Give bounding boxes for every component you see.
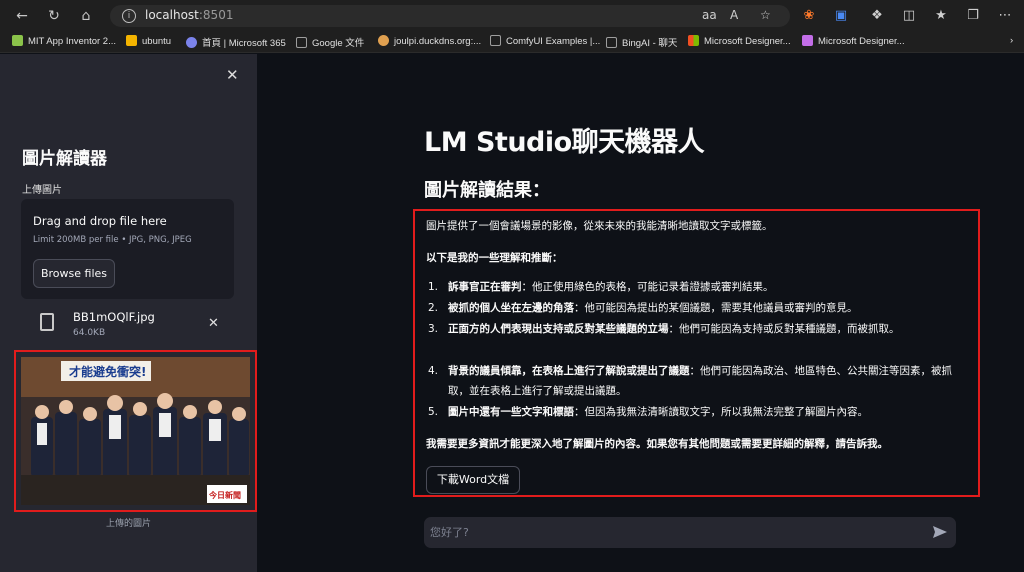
folder-icon <box>126 35 137 46</box>
uploaded-file-size: 64.0KB <box>73 328 106 338</box>
list-number: 2. <box>428 302 439 314</box>
translate-icon[interactable]: ▣ <box>832 7 850 25</box>
page-icon <box>296 37 307 48</box>
collections-icon[interactable]: ❐ <box>964 7 982 25</box>
upload-label: 上傳圖片 <box>22 185 62 196</box>
split-screen-icon[interactable]: ◫ <box>900 7 918 25</box>
reload-icon[interactable]: ↻ <box>44 6 64 26</box>
photo-banner-text: 才能避免衝突! <box>69 364 146 379</box>
back-icon[interactable]: ← <box>12 6 32 26</box>
image-caption: 上傳的圖片 <box>105 519 151 529</box>
extension-icon[interactable]: ❀ <box>800 7 818 25</box>
photo-sign-text: 今日新聞 <box>208 490 241 500</box>
designer-icon <box>802 35 813 46</box>
list-item-text: ：他正使用綠色的表格，可能记录着證據或審判結果。 <box>521 281 774 293</box>
download-word-button[interactable]: 下載Word文檔 <box>426 466 520 494</box>
page-title: LM Studio聊天機器人 <box>424 127 705 158</box>
font-size-icon[interactable]: A <box>730 8 738 22</box>
list-number: 5. <box>428 406 439 418</box>
close-sidebar-icon[interactable]: ✕ <box>226 66 239 84</box>
bookmark-item[interactable]: ComfyUI Examples |... <box>490 35 600 50</box>
bookmark-item[interactable]: MIT App Inventor 2... <box>12 35 116 50</box>
list-item-bold: 訴事官正在審判 <box>448 281 522 293</box>
uploaded-image-highlight: 才能避免衝突! 今日新聞 <box>14 350 257 512</box>
result-closing: 我需要更多資訊才能更深入地了解圖片的內容。如果您有其他問題或需要更詳細的解釋，請… <box>426 438 888 450</box>
bookmark-item[interactable]: Microsoft Designer... <box>688 35 791 50</box>
list-item-text: ：但因為我無法清晰讀取文字，所以我無法完整了解圖片內容。 <box>574 406 868 418</box>
bookmark-item[interactable]: Microsoft Designer... <box>802 35 905 50</box>
photo-illustration: 才能避免衝突! 今日新聞 <box>21 357 250 505</box>
bookmark-favicon <box>186 37 197 48</box>
browse-files-button[interactable]: Browse files <box>33 259 115 288</box>
list-item-text: ：他可能因為提出的某個議題，需要其他議員或審判的意見。 <box>574 302 858 314</box>
bookmark-item[interactable]: joulpi.duckdns.org:... <box>378 35 481 50</box>
bookmark-favicon <box>378 35 389 46</box>
list-item-bold: 被抓的個人坐在左邊的角落 <box>448 302 574 314</box>
favorite-star-icon[interactable]: ☆ <box>760 8 771 22</box>
site-info-icon[interactable]: i <box>122 9 136 23</box>
address-bar[interactable]: i localhost:8501 аа A ☆ <box>110 5 790 27</box>
list-number: 3. <box>428 323 439 335</box>
favorites-icon[interactable]: ★ <box>932 7 950 25</box>
uploaded-file-name: BB1mOQlF.jpg <box>73 310 155 324</box>
url-text[interactable]: localhost:8501 <box>145 8 233 22</box>
chat-input[interactable] <box>430 522 910 543</box>
bookmarks-bar: MIT App Inventor 2... ubuntu 首頁 | Micros… <box>0 32 1024 53</box>
bookmark-item[interactable]: 首頁 | Microsoft 365 <box>186 35 286 50</box>
list-number: 4. <box>428 365 439 377</box>
result-heading: 圖片解讀結果： <box>424 180 550 201</box>
dropzone-title: Drag and drop file here <box>33 214 167 228</box>
microsoft-icon <box>688 35 699 46</box>
more-icon[interactable]: ⋯ <box>996 7 1014 25</box>
chat-input-bar <box>424 517 956 548</box>
remove-file-icon[interactable]: ✕ <box>208 316 219 331</box>
list-number: 1. <box>428 281 439 293</box>
page-icon <box>606 37 617 48</box>
sidebar-title: 圖片解讀器 <box>22 149 107 169</box>
dropzone-limits: Limit 200MB per file • JPG, PNG, JPEG <box>33 235 192 245</box>
uploaded-image: 才能避免衝突! 今日新聞 <box>21 357 250 505</box>
page-icon <box>490 35 501 46</box>
list-item-bold: 圖片中還有一些文字和標語 <box>448 406 574 418</box>
file-dropzone[interactable]: Drag and drop file here Limit 200MB per … <box>21 199 234 299</box>
list-item-bold: 正面方的人們表現出支持或反對某些議題的立場 <box>448 323 669 335</box>
bookmark-item[interactable]: Google 文件 <box>296 35 364 50</box>
bookmark-favicon <box>12 35 23 46</box>
sidebar: ✕ 圖片解讀器 上傳圖片 Drag and drop file here Lim… <box>0 54 257 572</box>
more-bookmarks-icon[interactable]: › <box>1010 35 1013 50</box>
list-item-text: ：他們可能因為支持或反對某種議題，而被抓取。 <box>668 323 900 335</box>
send-icon[interactable] <box>932 524 948 540</box>
read-aloud-icon[interactable]: аа <box>702 8 717 22</box>
browser-toolbar: ← ↻ ⌂ i localhost:8501 аа A ☆ ❀ ▣ ❖ ◫ ★ … <box>0 0 1024 32</box>
bookmark-item[interactable]: ubuntu <box>126 35 171 50</box>
list-item-bold: 背景的議員傾靠，在表格上進行了解說或提出了議題 <box>448 365 690 377</box>
result-intro: 圖片提供了一個會議場景的影像，從來未來的我能清晰地讀取文字或標籤。 <box>426 220 773 232</box>
extensions-icon[interactable]: ❖ <box>868 7 886 25</box>
result-panel-highlight: 圖片提供了一個會議場景的影像，從來未來的我能清晰地讀取文字或標籤。 以下是我的一… <box>413 209 980 497</box>
list-heading: 以下是我的一些理解和推斷： <box>426 252 563 264</box>
file-icon <box>40 313 54 331</box>
bookmark-item[interactable]: BingAI - 聊天 <box>606 35 677 50</box>
home-icon[interactable]: ⌂ <box>76 6 96 26</box>
